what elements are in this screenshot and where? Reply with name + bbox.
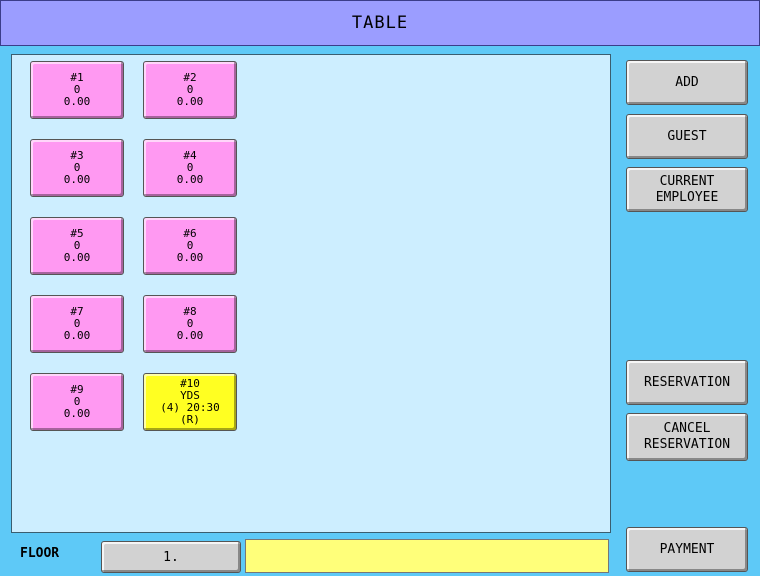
table-button-6[interactable]: #6 0 0.00 [143, 217, 237, 275]
page-title: TABLE [351, 13, 409, 33]
status-display [245, 539, 609, 573]
table-amount: 0.00 [63, 251, 91, 264]
table-amount: 0.00 [176, 173, 204, 186]
table-amount: 0.00 [63, 95, 91, 108]
floor-label: FLOOR [20, 546, 60, 561]
reservation-flag: (R) [180, 413, 200, 426]
table-button-3[interactable]: #3 0 0.00 [30, 139, 124, 197]
table-button-2[interactable]: #2 0 0.00 [143, 61, 237, 119]
table-button-4[interactable]: #4 0 0.00 [143, 139, 237, 197]
floor-select-button[interactable]: 1. [101, 541, 241, 573]
table-amount: 0.00 [176, 251, 204, 264]
table-button-8[interactable]: #8 0 0.00 [143, 295, 237, 353]
guest-button[interactable]: GUEST [626, 114, 748, 159]
current-employee-button[interactable]: CURRENT EMPLOYEE [626, 167, 748, 212]
reservation-button[interactable]: RESERVATION [626, 360, 748, 405]
table-amount: 0.00 [63, 329, 91, 342]
table-amount: 0.00 [176, 329, 204, 342]
table-amount: 0.00 [63, 173, 91, 186]
title-bar: TABLE [0, 0, 760, 46]
add-button[interactable]: ADD [626, 60, 748, 105]
table-button-10[interactable]: #10 YDS (4) 20:30 (R) [143, 373, 237, 431]
table-button-5[interactable]: #5 0 0.00 [30, 217, 124, 275]
table-floor-area: #1 0 0.00 #2 0 0.00 #3 0 0.00 #4 0 0.00 … [11, 54, 611, 533]
table-button-7[interactable]: #7 0 0.00 [30, 295, 124, 353]
table-amount: 0.00 [176, 95, 204, 108]
table-button-1[interactable]: #1 0 0.00 [30, 61, 124, 119]
payment-button[interactable]: PAYMENT [626, 527, 748, 572]
table-button-9[interactable]: #9 0 0.00 [30, 373, 124, 431]
table-amount: 0.00 [63, 407, 91, 420]
cancel-reservation-button[interactable]: CANCEL RESERVATION [626, 413, 748, 461]
